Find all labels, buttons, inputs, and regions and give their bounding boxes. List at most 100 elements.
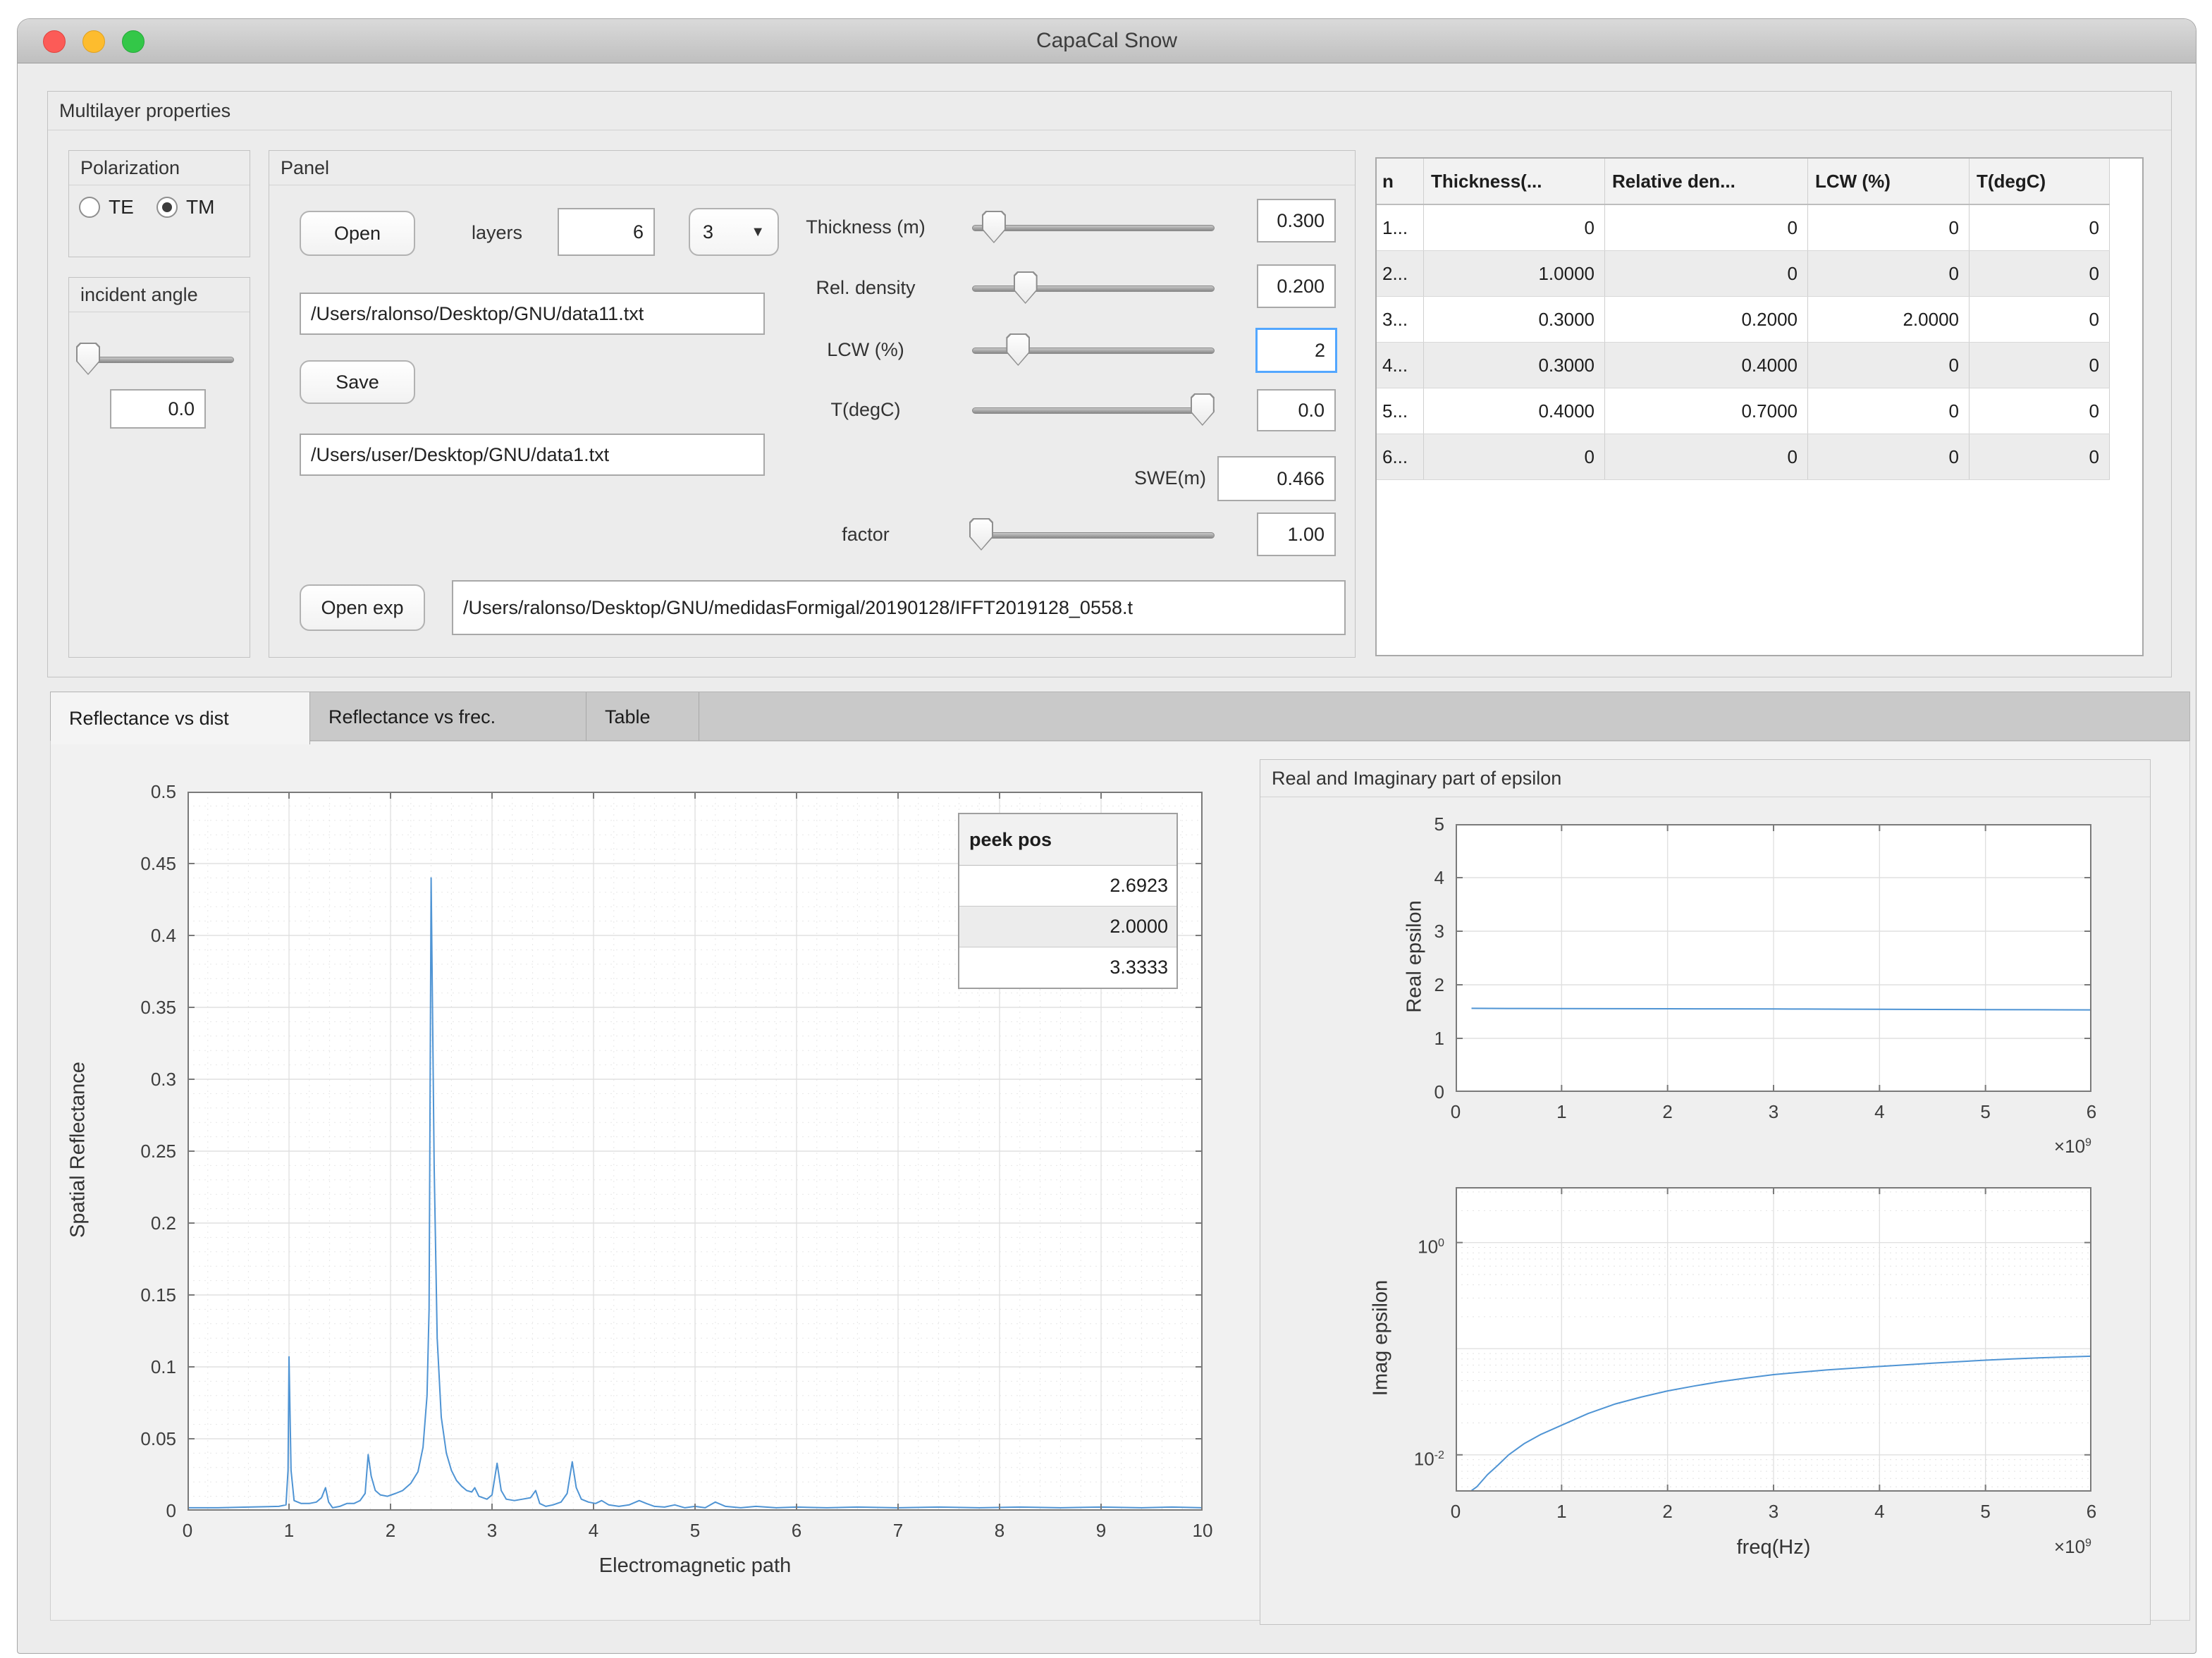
tick-label: 0.3 [63,1068,176,1091]
imag-epsilon-x-exponent: ×109 [1950,1536,2091,1558]
rel-density-slider-thumb[interactable] [1014,271,1038,304]
table-cell[interactable]: 0 [1970,251,2110,296]
incident-angle-slider[interactable] [79,343,234,376]
tick-label: 1 [1505,1500,1618,1523]
peek-pos-row: 2.0000 [959,907,1176,947]
table-cell[interactable]: 4... [1377,343,1424,388]
tick-label: 2 [1611,1100,1724,1123]
panel-title: Panel [269,151,1355,185]
table-cell[interactable]: 6... [1377,434,1424,479]
peek-pos-row: 2.6923 [959,866,1176,907]
open-exp-button[interactable]: Open exp [300,584,425,631]
table-cell[interactable]: 0 [1424,205,1605,250]
layers-field[interactable]: 6 [558,208,655,256]
table-cell[interactable]: 1.0000 [1424,251,1605,296]
table-cell[interactable]: 0.3000 [1424,343,1605,388]
tick-label: 4 [1823,1100,1936,1123]
radio-tm-circle[interactable] [156,197,178,218]
t-degc-slider-track[interactable] [972,407,1215,414]
table-cell[interactable]: 0 [1605,205,1808,250]
tab-reflectance-vs-dist[interactable]: Reflectance vs dist [51,692,310,744]
tick-label: 1 [1332,1027,1444,1050]
tick-label: 0 [131,1519,244,1542]
lcw-slider[interactable] [972,333,1215,367]
table-cell[interactable]: 0 [1424,434,1605,479]
tick-label: 1 [1505,1100,1618,1123]
thickness-slider-track[interactable] [972,225,1215,231]
save-path-field[interactable]: /Users/user/Desktop/GNU/data1.txt [300,434,765,476]
incident-angle-slider-thumb[interactable] [76,343,100,375]
tick-label: 0.15 [63,1284,176,1306]
table-column-header: n [1377,159,1424,204]
thickness-slider[interactable] [972,211,1215,245]
tick-label: 0 [1399,1100,1512,1123]
lcw-slider-thumb[interactable] [1006,333,1030,366]
incident-angle-slider-track[interactable] [79,357,234,363]
table-cell[interactable]: 0.4000 [1605,343,1808,388]
incident-angle-value[interactable]: 0.0 [110,389,206,429]
title-bar: CapaCal Snow [18,19,2196,63]
tick-label: 0 [1399,1500,1512,1523]
tick-label: 0.45 [63,852,176,875]
factor-slider-thumb[interactable] [969,518,993,551]
t-degc-slider-thumb[interactable] [1191,393,1215,426]
table-cell[interactable]: 3... [1377,297,1424,342]
table-cell[interactable]: 2... [1377,251,1424,296]
thickness-slider-thumb[interactable] [982,211,1006,243]
table-cell[interactable]: 0 [1808,388,1970,434]
table-row: 2...1.0000000 [1377,251,2110,297]
peek-pos-header: peek pos [959,814,1176,866]
table-cell[interactable]: 0 [1808,434,1970,479]
table-cell[interactable]: 0 [1605,251,1808,296]
swe-value[interactable]: 0.466 [1217,456,1336,501]
lcw-value[interactable]: 2 [1255,328,1337,373]
tick-label: 10-2 [1332,1444,1444,1470]
table-cell[interactable]: 0 [1970,388,2110,434]
save-button[interactable]: Save [300,360,415,404]
rel-density-slider-track[interactable] [972,285,1215,292]
rel-density-value[interactable]: 0.200 [1257,264,1336,308]
table-cell[interactable]: 0 [1808,251,1970,296]
tab-reflectance-vs-frec[interactable]: Reflectance vs frec. [310,692,586,742]
factor-slider[interactable] [972,518,1215,552]
app-window: CapaCal Snow Multilayer properties Polar… [17,18,2196,1654]
factor-value[interactable]: 1.00 [1257,512,1336,556]
open-button[interactable]: Open [300,211,415,256]
t-degc-slider[interactable] [972,393,1215,427]
table-row: 1...0000 [1377,205,2110,251]
table-cell[interactable]: 5... [1377,388,1424,434]
table-cell[interactable]: 1... [1377,205,1424,250]
tick-label: 9 [1045,1519,1157,1542]
radio-te-label: TE [109,196,134,219]
factor-slider-track[interactable] [972,532,1215,539]
factor-label: factor [739,524,993,546]
table-cell[interactable]: 0 [1970,434,2110,479]
radio-te-circle[interactable] [79,197,100,218]
table-cell[interactable]: 0 [1970,297,2110,342]
tab-table[interactable]: Table [586,692,699,742]
t-degc-value[interactable]: 0.0 [1257,389,1336,431]
open-path-field[interactable]: /Users/ralonso/Desktop/GNU/data11.txt [300,293,765,335]
thickness-value[interactable]: 0.300 [1257,199,1336,242]
tick-label: 7 [842,1519,954,1542]
rel-density-label: Rel. density [739,277,993,299]
table-cell[interactable]: 0 [1605,434,1808,479]
table-cell[interactable]: 0 [1970,343,2110,388]
table-cell[interactable]: 2.0000 [1808,297,1970,342]
incident-angle-title: incident angle [69,278,250,312]
tick-label: 0.05 [63,1427,176,1450]
tick-label: 3 [1332,920,1444,942]
table-cell[interactable]: 0.4000 [1424,388,1605,434]
table-cell[interactable]: 0 [1808,343,1970,388]
reflectance-xlabel: Electromagnetic path [188,1554,1203,1578]
radio-te[interactable]: TE [79,196,134,219]
rel-density-slider[interactable] [972,271,1215,305]
radio-tm[interactable]: TM [156,196,214,219]
thickness-label: Thickness (m) [739,216,993,238]
table-cell[interactable]: 0.3000 [1424,297,1605,342]
exp-path-field[interactable]: /Users/ralonso/Desktop/GNU/medidasFormig… [452,580,1346,635]
table-cell[interactable]: 0.7000 [1605,388,1808,434]
table-cell[interactable]: 0.2000 [1605,297,1808,342]
table-cell[interactable]: 0 [1808,205,1970,250]
table-cell[interactable]: 0 [1970,205,2110,250]
